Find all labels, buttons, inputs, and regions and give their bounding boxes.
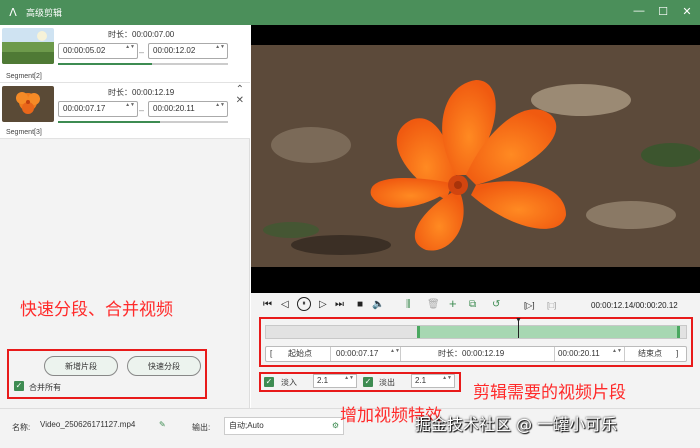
merge-all-checkbox[interactable]: ✓ bbox=[14, 381, 24, 391]
set-end-button[interactable]: 结束点 bbox=[638, 347, 662, 361]
quick-split-button[interactable]: 快速分段 bbox=[127, 356, 201, 376]
segment-progress bbox=[58, 121, 228, 123]
prev-icon[interactable]: ⏮ bbox=[263, 299, 272, 310]
annotation-quick-split: 快速分段、合并视频 bbox=[20, 300, 173, 320]
app-logo-icon: ⴷ bbox=[9, 7, 17, 19]
trim-end-field[interactable]: 00:00:20.11 bbox=[558, 347, 600, 361]
spin-arrows-icon[interactable]: ▲▼ bbox=[215, 44, 225, 51]
range-separator: – bbox=[139, 105, 145, 115]
move-up-icon[interactable]: ⌃ bbox=[236, 84, 244, 95]
annotation-cut-needed: 剪辑需要的视频片段 bbox=[473, 383, 626, 403]
stop-icon[interactable]: ■ bbox=[357, 299, 363, 310]
fade-out-label: 淡出 bbox=[379, 378, 395, 387]
maximize-button[interactable]: ☐ bbox=[656, 4, 670, 18]
segment-item[interactable]: Segment[2] 时长：00:00:07.00 00:00:05.02 ▲▼… bbox=[0, 25, 250, 83]
segment-label: Segment[2] bbox=[6, 73, 42, 80]
name-label: 名称: bbox=[12, 423, 31, 432]
add-icon[interactable]: + bbox=[449, 296, 457, 311]
close-button[interactable]: ✕ bbox=[680, 4, 694, 18]
spin-arrows-icon[interactable]: ▲▼ bbox=[344, 375, 354, 382]
spin-arrows-icon[interactable]: ▲▼ bbox=[612, 348, 622, 355]
segment-end-field[interactable]: 00:00:20.11 ▲▼ bbox=[148, 101, 228, 117]
segment-start-field[interactable]: 00:00:05.02 ▲▼ bbox=[58, 43, 138, 59]
trim-timeline[interactable]: ▼ bbox=[265, 317, 687, 339]
fade-in-checkbox[interactable]: ✓ bbox=[264, 377, 274, 387]
current-time: 00:00:12.14/00:00:20.12 bbox=[591, 301, 678, 310]
video-preview[interactable] bbox=[251, 25, 700, 293]
remove-segment-icon[interactable]: ✕ bbox=[236, 95, 244, 106]
output-label: 输出: bbox=[192, 423, 211, 432]
editor-controls: ⏮ ◁ ⏸ ▷ ⏭ ■ 🔈 ⫼ 🗑 + ⧉ ↺ [▷] [□] 00:00:12… bbox=[251, 293, 700, 408]
delete-icon[interactable]: 🗑 bbox=[427, 299, 440, 310]
segment-progress bbox=[58, 63, 228, 65]
segment-duration: 时长：00:00:07.00 bbox=[108, 30, 175, 39]
reset-icon[interactable]: ↺ bbox=[492, 299, 500, 310]
trim-row: [ 起始点 00:00:07.17 ▲▼ 时长：00:00:12.19 00:0… bbox=[265, 346, 687, 362]
spin-arrows-icon[interactable]: ▲▼ bbox=[125, 44, 135, 51]
segment-panel: Segment[2] 时长：00:00:07.00 00:00:05.02 ▲▼… bbox=[0, 25, 250, 408]
spin-arrows-icon[interactable]: ▲▼ bbox=[125, 102, 135, 109]
edit-name-icon[interactable]: ✎ bbox=[159, 417, 166, 433]
spin-arrows-icon[interactable]: ▲▼ bbox=[390, 348, 400, 355]
trim-start-field[interactable]: 00:00:07.17 bbox=[336, 347, 378, 361]
step-forward-icon[interactable]: ▷ bbox=[319, 299, 327, 310]
title-bar: ⴷ 高级剪辑 — ☐ ✕ bbox=[0, 0, 700, 25]
segment-label: Segment[3] bbox=[6, 129, 42, 136]
watermark: 掘金技术社区 @ 一罐小可乐 bbox=[415, 415, 618, 434]
output-settings-icon[interactable]: ⚙ bbox=[332, 418, 339, 434]
mark-in-icon[interactable]: [▷] bbox=[524, 301, 535, 310]
split-icon[interactable]: ⫼ bbox=[406, 299, 411, 310]
fade-out-input[interactable]: 2.1 ▲▼ bbox=[411, 374, 455, 388]
next-icon[interactable]: ⏭ bbox=[335, 299, 344, 310]
merge-all-label: 合并所有 bbox=[29, 383, 61, 392]
pause-icon[interactable]: ⏸ bbox=[297, 297, 311, 311]
fade-in-label: 淡入 bbox=[281, 378, 297, 387]
fade-out-checkbox[interactable]: ✓ bbox=[363, 377, 373, 387]
set-start-button[interactable]: 起始点 bbox=[288, 347, 312, 361]
volume-icon[interactable]: 🔈 bbox=[372, 299, 384, 310]
output-select[interactable]: 自动;Auto ⚙ bbox=[224, 417, 344, 435]
step-back-icon[interactable]: ◁ bbox=[281, 299, 289, 310]
spin-arrows-icon[interactable]: ▲▼ bbox=[442, 375, 452, 382]
trim-duration: 时长：00:00:12.19 bbox=[438, 349, 505, 358]
spin-arrows-icon[interactable]: ▲▼ bbox=[215, 102, 225, 109]
add-segment-button[interactable]: 新增片段 bbox=[44, 356, 118, 376]
minimize-button[interactable]: — bbox=[632, 4, 646, 18]
segment-duration: 时长：00:00:12.19 bbox=[108, 88, 175, 97]
segment-item[interactable]: Segment[3] 时长：00:00:12.19 ⌃ ✕ 00:00:07.1… bbox=[0, 83, 250, 139]
segment-thumbnail bbox=[2, 86, 54, 122]
playhead-icon[interactable]: ▼ bbox=[515, 317, 522, 324]
bracket-right-icon: ] bbox=[676, 349, 679, 358]
mark-out-icon[interactable]: [□] bbox=[547, 301, 556, 310]
range-separator: – bbox=[139, 47, 145, 57]
segment-start-field[interactable]: 00:00:07.17 ▲▼ bbox=[58, 101, 138, 117]
file-name: Video_250626171127.mp4 ✎ bbox=[36, 417, 170, 435]
segment-thumbnail bbox=[2, 28, 54, 64]
copy-icon[interactable]: ⧉ bbox=[469, 299, 476, 310]
window-title: 高级剪辑 bbox=[26, 8, 63, 18]
segment-end-field[interactable]: 00:00:12.02 ▲▼ bbox=[148, 43, 228, 59]
trim-selection[interactable] bbox=[417, 326, 680, 338]
fade-in-input[interactable]: 2.1 ▲▼ bbox=[313, 374, 357, 388]
bracket-left-icon: [ bbox=[270, 349, 273, 358]
